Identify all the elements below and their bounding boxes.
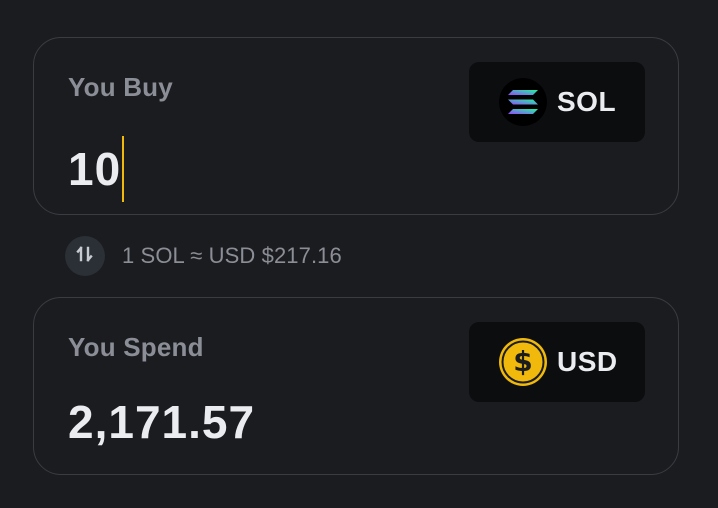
spend-currency-selector[interactable]: $ USD [469, 322, 645, 402]
spend-card: You Spend 2,171.57 $ USD [33, 297, 679, 475]
spend-label: You Spend [68, 332, 204, 362]
exchange-rate-text: 1 SOL ≈ USD $217.16 [122, 243, 342, 268]
dollar-coin-icon: $ [499, 338, 547, 386]
buy-label: You Buy [68, 72, 173, 102]
buy-amount-input[interactable]: 10 [68, 136, 125, 202]
swap-button[interactable] [65, 236, 105, 276]
svg-text:$: $ [513, 345, 532, 378]
buy-token-selector[interactable]: SOL [469, 62, 645, 142]
swap-arrows-icon [75, 244, 95, 269]
spend-amount-input[interactable]: 2,171.57 [68, 396, 255, 448]
buy-amount-value: 10 [68, 143, 122, 195]
solana-logo-icon [499, 78, 547, 126]
buy-card: You Buy 10 SOL [33, 37, 679, 215]
text-caret [122, 136, 125, 202]
buy-crypto-widget: You Buy 10 SOL 1 SOL ≈ USD $217.16 You S… [0, 0, 718, 508]
buy-token-symbol: SOL [557, 86, 617, 117]
exchange-rate-row: 1 SOL ≈ USD $217.16 [65, 236, 342, 276]
spend-currency-symbol: USD [557, 346, 618, 377]
spend-amount-value: 2,171.57 [68, 396, 256, 448]
